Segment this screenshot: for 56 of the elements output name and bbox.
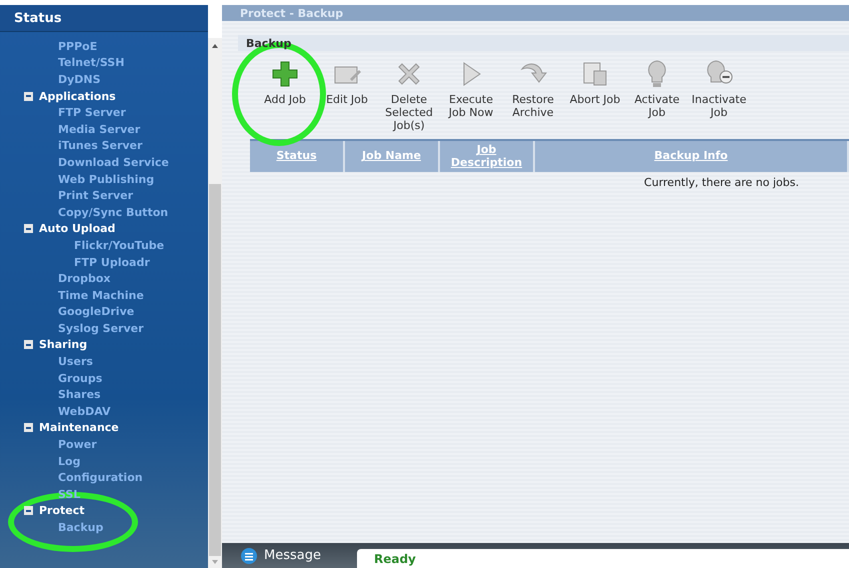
collapse-icon[interactable]: [24, 224, 33, 234]
tree-item[interactable]: Syslog Server: [58, 322, 144, 334]
tree-group-item[interactable]: Maintenance: [39, 422, 119, 434]
toolbar-button[interactable]: Abort Job: [564, 59, 626, 139]
tree-item[interactable]: Time Machine: [58, 290, 144, 301]
collapse-icon[interactable]: [24, 340, 33, 350]
collapse-icon[interactable]: [24, 423, 33, 432]
tree-item[interactable]: DyDNS: [58, 74, 101, 85]
collapse-icon[interactable]: [24, 92, 33, 101]
tree-item[interactable]: Download Service: [58, 156, 169, 168]
toolbar-button[interactable]: Execute Job Now: [440, 59, 502, 139]
tree-group-item[interactable]: Protect: [39, 505, 85, 516]
status-message-field: Ready: [356, 549, 849, 568]
tree-item[interactable]: Copy/Sync Button: [58, 206, 168, 218]
column-header[interactable]: Backup Info: [535, 141, 849, 172]
toolbar-button[interactable]: Activate Job: [626, 59, 688, 139]
toolbar-button[interactable]: Inactivate Job: [688, 59, 750, 139]
column-header[interactable]: Job Name: [345, 141, 440, 172]
tree-item[interactable]: GoogleDrive: [58, 306, 134, 318]
scrollbar[interactable]: [208, 38, 222, 568]
scrollbar-thumb[interactable]: [209, 184, 221, 556]
tree-group-item[interactable]: Auto Upload: [39, 223, 116, 234]
tree-item[interactable]: Web Publishing: [58, 174, 154, 185]
tree-item[interactable]: Telnet/SSH: [58, 57, 124, 68]
tree-item[interactable]: Flickr/YouTube: [74, 240, 164, 251]
tree-item[interactable]: Dropbox: [58, 273, 111, 284]
tree-item[interactable]: Groups: [58, 372, 102, 384]
tree-item[interactable]: Configuration: [58, 472, 143, 484]
column-header[interactable]: Status: [250, 141, 345, 172]
plus-icon: [270, 59, 300, 89]
tree-item[interactable]: iTunes Server: [58, 140, 142, 152]
tree-item[interactable]: Media Server: [58, 124, 140, 135]
toolbar-button[interactable]: Add Job: [254, 59, 316, 139]
tree-item[interactable]: Power: [58, 439, 97, 450]
tree-item[interactable]: Print Server: [58, 190, 134, 202]
tree-item[interactable]: Backup: [58, 522, 104, 534]
tree-item[interactable]: PPPoE: [58, 40, 98, 52]
collapse-icon[interactable]: [24, 506, 33, 516]
message-icon: [240, 546, 258, 564]
toolbar-button[interactable]: Restore Archive: [502, 59, 564, 139]
sidebar-title: Status: [14, 10, 62, 26]
tree-item[interactable]: Shares: [58, 389, 101, 400]
tree-group-item[interactable]: Applications: [39, 90, 116, 102]
tree-item[interactable]: FTP Uploadr: [74, 256, 150, 268]
page-title: Protect - Backup: [240, 6, 344, 20]
tree-item[interactable]: Log: [58, 456, 80, 467]
scroll-up-icon[interactable]: [212, 44, 218, 48]
empty-table-message: Currently, there are no jobs.: [644, 176, 799, 189]
toolbar-button[interactable]: Delete Selected Job(s): [378, 59, 440, 139]
column-header[interactable]: Job Description: [440, 141, 535, 172]
tree-item[interactable]: FTP Server: [58, 107, 126, 118]
tree-item[interactable]: Users: [58, 356, 93, 368]
tree-item[interactable]: WebDAV: [58, 406, 110, 417]
tree-group-item[interactable]: Sharing: [39, 339, 88, 350]
toolbar-button[interactable]: Edit Job: [316, 59, 378, 139]
status-label: Message: [264, 548, 321, 563]
